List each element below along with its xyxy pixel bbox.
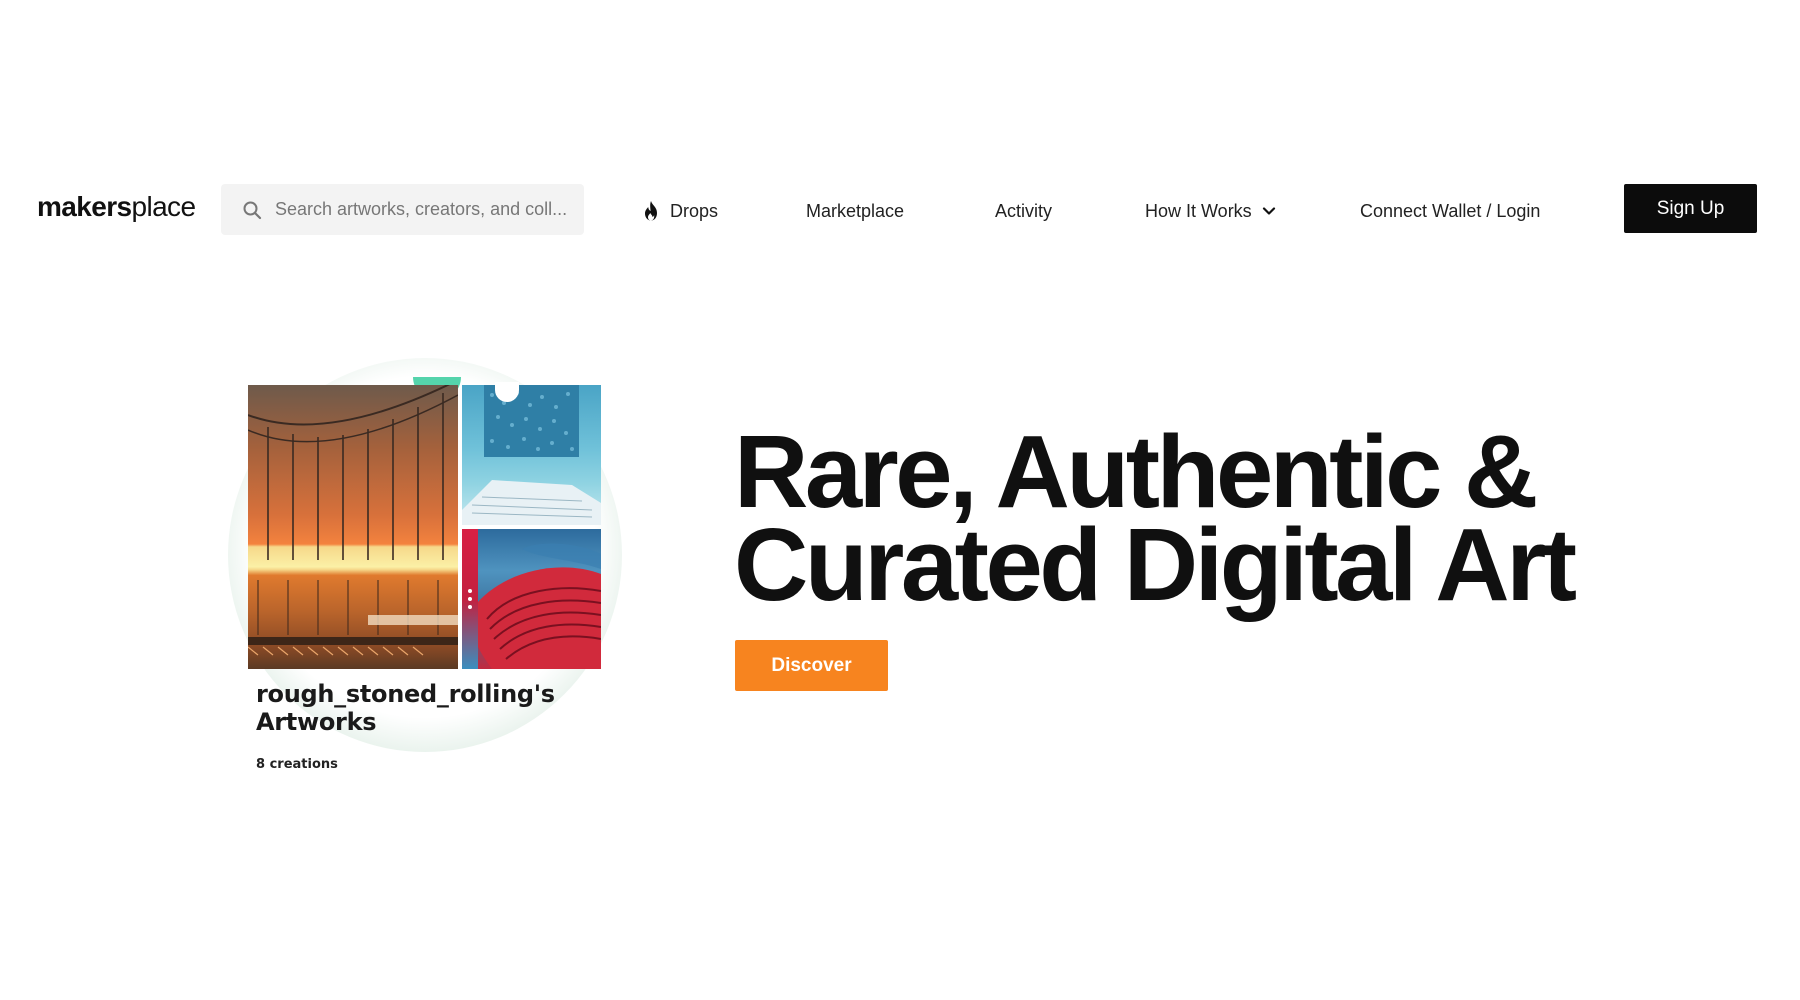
search-icon	[241, 199, 263, 221]
logo-light-part: place	[131, 191, 196, 222]
card-creation-count: 8 creations	[256, 757, 338, 772]
nav-activity[interactable]: Activity	[995, 196, 1052, 226]
page: makersplace Drops Marketplac	[0, 0, 1800, 1000]
featured-creator-card[interactable]: rough_stoned_rolling's Artworks 8 creati…	[225, 355, 625, 775]
hero-headline-line-1: Rare, Authentic &	[734, 414, 1538, 529]
top-navigation: makersplace Drops Marketplac	[0, 160, 1800, 250]
makersplace-logo[interactable]: makersplace	[37, 191, 196, 222]
artwork-thumbnail-bridge[interactable]	[248, 385, 458, 669]
chevron-down-icon	[1261, 203, 1277, 219]
nav-how-it-works[interactable]: How It Works	[1145, 196, 1277, 226]
card-title[interactable]: rough_stoned_rolling's Artworks	[256, 680, 586, 736]
nav-drops[interactable]: Drops	[642, 196, 718, 226]
nav-drops-label: Drops	[670, 201, 719, 221]
artwork-thumbnail-building[interactable]	[462, 385, 601, 525]
nav-how-it-works-label: How It Works	[1145, 201, 1252, 221]
search-input[interactable]	[275, 199, 575, 220]
sign-up-button[interactable]: Sign Up	[1624, 184, 1757, 233]
fire-icon	[642, 200, 660, 222]
kebab-menu-icon[interactable]	[462, 529, 478, 669]
artwork-thumbnail-red-architecture[interactable]	[462, 529, 601, 669]
logo-bold-part: makers	[37, 191, 132, 222]
nav-connect-wallet-login[interactable]: Connect Wallet / Login	[1360, 196, 1540, 226]
hero-headline-line-2: Curated Digital Art	[734, 507, 1577, 622]
nav-marketplace[interactable]: Marketplace	[806, 196, 904, 226]
search-bar[interactable]	[221, 184, 584, 235]
hero-headline: Rare, Authentic & Curated Digital Art	[734, 414, 1577, 622]
discover-button[interactable]: Discover	[735, 640, 888, 691]
